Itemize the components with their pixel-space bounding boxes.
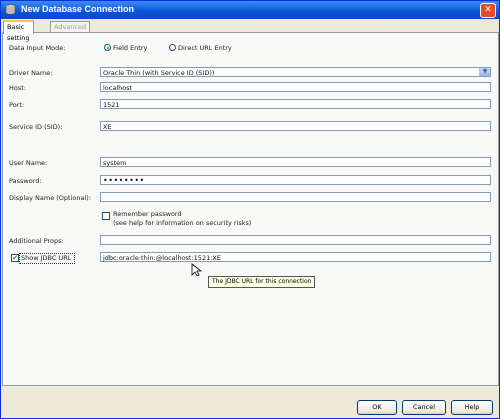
- password-label: Password:: [9, 177, 42, 185]
- port-label: Port:: [9, 101, 25, 109]
- radio-selected-dot: [106, 46, 109, 49]
- show-jdbc-url-label[interactable]: Show JDBC URL: [21, 254, 71, 262]
- direct-url-entry-radio[interactable]: [169, 44, 176, 51]
- driver-name-value: Oracle Thin (with Service ID (SID)): [103, 69, 215, 77]
- field-entry-label[interactable]: Field Entry: [113, 44, 147, 52]
- additional-props-label: Additional Props:: [9, 237, 64, 245]
- cancel-button[interactable]: Cancel: [402, 400, 446, 415]
- mouse-pointer-icon: [191, 263, 203, 277]
- password-input[interactable]: ••••••••: [100, 175, 491, 185]
- additional-props-input[interactable]: [100, 235, 491, 245]
- host-input[interactable]: localhost: [100, 82, 491, 92]
- user-name-input[interactable]: system: [100, 157, 491, 167]
- remember-password-checkbox[interactable]: [102, 212, 110, 220]
- tab-basic-setting[interactable]: Basic setting: [3, 20, 34, 42]
- show-jdbc-url-checkbox[interactable]: ✔: [11, 254, 19, 262]
- jdbc-url-tooltip: The JDBC URL for this connection: [208, 276, 316, 288]
- driver-name-dropdown[interactable]: Oracle Thin (with Service ID (SID)) ▼: [100, 67, 491, 77]
- new-database-connection-dialog: New Database Connection ✕ Basic setting …: [0, 0, 500, 419]
- sid-input[interactable]: XE: [100, 121, 491, 131]
- database-icon: [5, 4, 16, 15]
- direct-url-entry-label[interactable]: Direct URL Entry: [178, 44, 232, 52]
- display-name-label: Display Name (Optional):: [9, 194, 92, 202]
- user-name-label: User Name:: [9, 159, 48, 167]
- jdbc-url-input[interactable]: jdbc:oracle:thin:@localhost:1521:XE: [100, 252, 491, 262]
- remember-password-hint: (see help for information on security ri…: [113, 219, 252, 227]
- close-icon[interactable]: ✕: [480, 3, 496, 18]
- remember-password-label[interactable]: Remember password: [113, 210, 182, 218]
- chevron-down-icon[interactable]: ▼: [479, 68, 490, 76]
- ok-button[interactable]: OK: [357, 400, 397, 415]
- field-entry-radio[interactable]: [104, 44, 111, 51]
- port-input[interactable]: 1521: [100, 99, 491, 109]
- host-label: Host:: [9, 84, 26, 92]
- checkmark-icon: ✔: [12, 254, 18, 262]
- sid-label: Service ID (SID):: [9, 123, 63, 131]
- data-input-mode-label: Data Input Mode:: [9, 44, 66, 52]
- driver-name-label: Driver Name:: [9, 69, 53, 77]
- display-name-input[interactable]: [100, 192, 491, 202]
- help-button[interactable]: Help: [451, 400, 493, 415]
- window-title: New Database Connection: [21, 4, 135, 14]
- title-bar[interactable]: New Database Connection ✕: [1, 1, 499, 19]
